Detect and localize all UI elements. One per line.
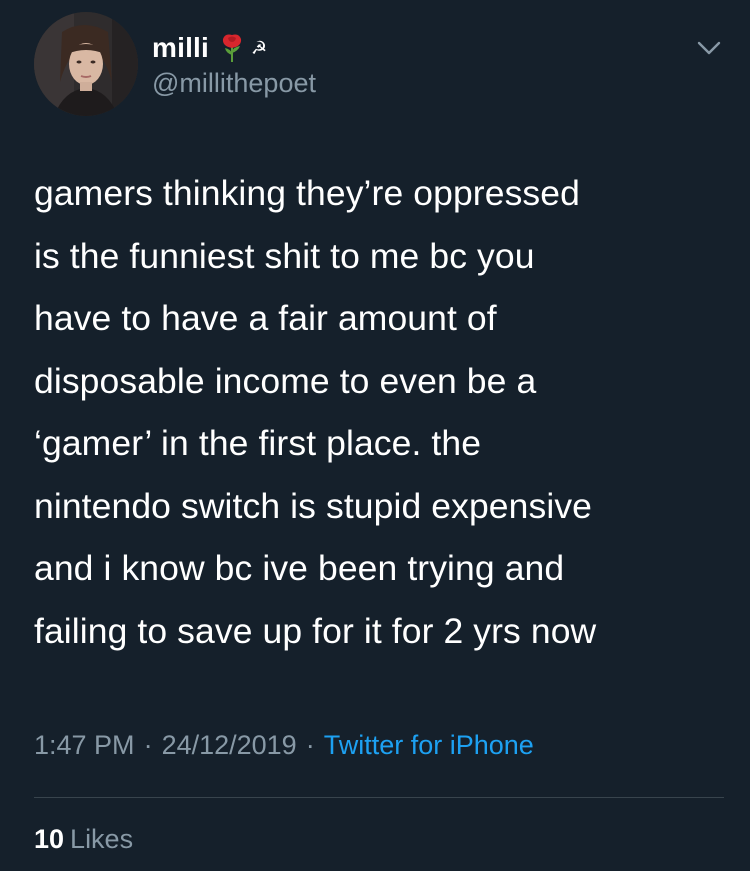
likes-count: 10 — [34, 824, 65, 854]
tweet-date[interactable]: 24/12/2019 — [162, 730, 297, 760]
rose-emoji-icon — [222, 34, 242, 62]
tweet-text: gamers thinking they’re oppressed is the… — [34, 173, 597, 651]
meta-separator: · — [143, 730, 153, 760]
divider — [34, 797, 724, 798]
meta-separator: · — [305, 730, 315, 760]
tweet-card: milli ☭ @millithepoet gamers thinking th… — [0, 0, 750, 871]
display-name-row: milli ☭ — [152, 30, 316, 66]
chevron-down-icon[interactable] — [694, 38, 724, 58]
hammer-and-sickle-icon: ☭ — [251, 38, 268, 58]
tweet-meta: 1:47 PM · 24/12/2019 · Twitter for iPhone — [34, 730, 534, 761]
author-names: milli ☭ @millithepoet — [152, 30, 316, 99]
display-name[interactable]: milli — [152, 32, 209, 64]
likes-stat[interactable]: 10 Likes — [34, 824, 133, 855]
tweet-source-link[interactable]: Twitter for iPhone — [324, 730, 534, 760]
author-handle[interactable]: @millithepoet — [152, 68, 316, 99]
likes-label: Likes — [70, 824, 134, 854]
avatar[interactable] — [34, 12, 138, 116]
tweet-time[interactable]: 1:47 PM — [34, 730, 135, 760]
tweet-header: milli ☭ @millithepoet — [34, 10, 734, 120]
avatar-photo — [34, 12, 138, 116]
